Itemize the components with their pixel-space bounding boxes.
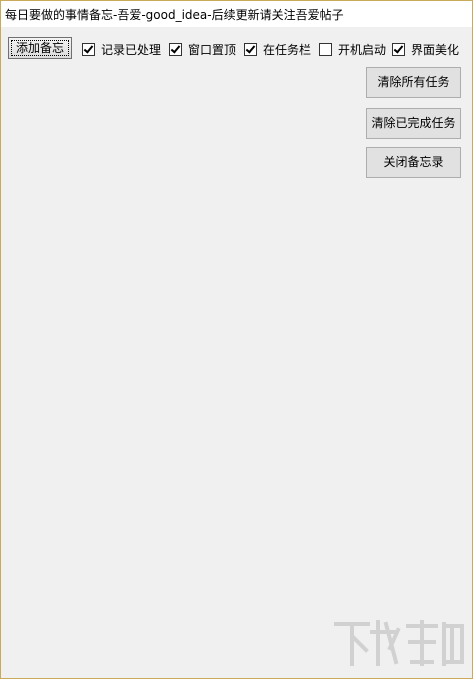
clear-all-tasks-button[interactable]: 清除所有任务 (366, 67, 461, 98)
checkbox-label: 开机启动 (338, 42, 387, 57)
checkbox-checked-icon[interactable] (169, 42, 182, 56)
checkbox-in-taskbar[interactable]: 在任务栏 (244, 41, 311, 57)
checkbox-label: 记录已处理 (101, 42, 162, 57)
checkbox-label: 界面美化 (411, 42, 460, 57)
checkbox-window-on-top[interactable]: 窗口置顶 (169, 41, 236, 57)
checkbox-record-processed[interactable]: 记录已处理 (82, 41, 161, 57)
checkbox-checked-icon[interactable] (82, 42, 95, 56)
checkbox-checked-icon[interactable] (392, 42, 405, 56)
checkbox-label: 窗口置顶 (188, 42, 237, 57)
toolbar: 添加备忘 记录已处理 窗口置顶 在任务栏 开机启动 界面美化 (1, 37, 472, 61)
app-window: 每日要做的事情备忘-吾爱-good_idea-后续更新请关注吾爱帖子 添加备忘 … (0, 0, 473, 679)
checkbox-label: 在任务栏 (263, 42, 312, 57)
checkbox-ui-beautify[interactable]: 界面美化 (392, 41, 459, 57)
window-title: 每日要做的事情备忘-吾爱-good_idea-后续更新请关注吾爱帖子 (5, 8, 344, 22)
add-memo-button[interactable]: 添加备忘 (8, 37, 72, 59)
checkbox-startup[interactable]: 开机启动 (319, 41, 386, 57)
checkbox-unchecked-icon[interactable] (319, 42, 332, 56)
close-memo-button[interactable]: 关闭备忘录 (366, 147, 461, 178)
watermark-logo (334, 620, 464, 666)
checkbox-checked-icon[interactable] (244, 42, 257, 56)
clear-completed-tasks-button[interactable]: 清除已完成任务 (366, 108, 461, 139)
title-bar[interactable]: 每日要做的事情备忘-吾爱-good_idea-后续更新请关注吾爱帖子 (1, 1, 472, 27)
